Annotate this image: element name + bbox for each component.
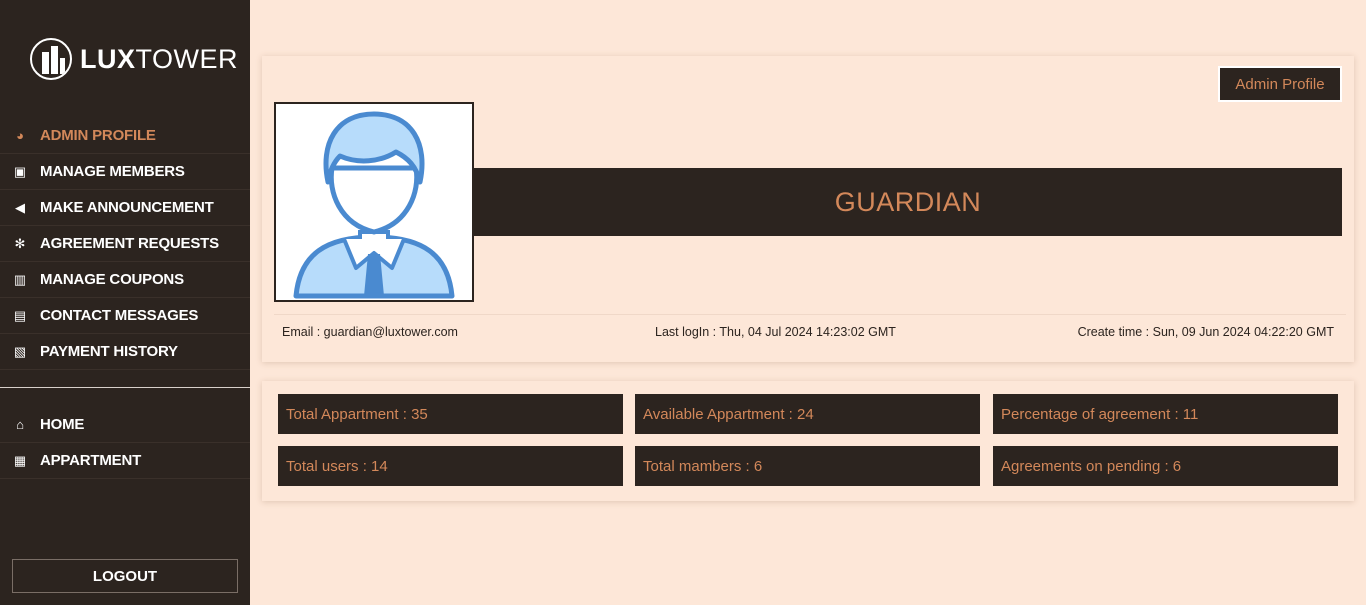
create-time-text: Create time : Sun, 09 Jun 2024 04:22:20 …	[1077, 325, 1334, 339]
email-text: Email : guardian@luxtower.com	[282, 325, 458, 339]
logout-button[interactable]: LOGOUT	[12, 559, 238, 593]
sidebar-nav-top: ◕ ADMIN PROFILE ▣ MANAGE MEMBERS ◀ MAKE …	[0, 118, 250, 370]
sidebar: LUXTOWER ◕ ADMIN PROFILE ▣ MANAGE MEMBER…	[0, 0, 250, 605]
name-banner: GUARDIAN	[474, 168, 1342, 236]
sidebar-item-label: ADMIN PROFILE	[40, 127, 156, 144]
sidebar-item-manage-members[interactable]: ▣ MANAGE MEMBERS	[0, 154, 250, 190]
avatar	[274, 102, 474, 302]
stat-total-members: Total mambers : 6	[635, 446, 980, 486]
last-login-text: Last logIn : Thu, 04 Jul 2024 14:23:02 G…	[655, 325, 896, 339]
info-divider	[274, 314, 1346, 315]
sidebar-item-appartment[interactable]: ▦ APPARTMENT	[0, 443, 250, 479]
stat-total-users: Total users : 14	[278, 446, 623, 486]
stat-total-appartment: Total Appartment : 35	[278, 394, 623, 434]
sidebar-item-label: MANAGE COUPONS	[40, 271, 184, 288]
receipt-icon: ▧	[13, 343, 27, 359]
sidebar-item-manage-coupons[interactable]: ▥ MANAGE COUPONS	[0, 262, 250, 298]
stat-agreements-pending: Agreements on pending : 6	[993, 446, 1338, 486]
sidebar-item-label: HOME	[40, 416, 85, 433]
admin-icon: ◕	[16, 128, 24, 143]
sidebar-item-admin-profile[interactable]: ◕ ADMIN PROFILE	[0, 118, 250, 154]
sidebar-item-label: PAYMENT HISTORY	[40, 343, 178, 360]
sidebar-item-contact-messages[interactable]: ▤ CONTACT MESSAGES	[0, 298, 250, 334]
contact-icon: ▤	[13, 307, 27, 323]
sidebar-item-payment-history[interactable]: ▧ PAYMENT HISTORY	[0, 334, 250, 370]
home-icon: ⌂	[16, 417, 24, 432]
sidebar-item-label: APPARTMENT	[40, 452, 142, 469]
id-card-icon: ▣	[13, 163, 27, 179]
building-logo-icon	[30, 38, 72, 80]
stats-card: Total Appartment : 35 Available Appartme…	[262, 381, 1354, 501]
map-icon: ▦	[13, 452, 27, 468]
stat-available-appartment: Available Appartment : 24	[635, 394, 980, 434]
megaphone-icon: ◀	[15, 199, 25, 215]
sidebar-item-label: MANAGE MEMBERS	[40, 163, 185, 180]
sidebar-item-home[interactable]: ⌂ HOME	[0, 407, 250, 443]
admin-profile-button[interactable]: Admin Profile	[1218, 66, 1342, 102]
profile-card: Admin Profile GUARDIAN Email : guardian@…	[262, 56, 1354, 362]
admin-name: GUARDIAN	[834, 186, 982, 217]
sidebar-divider	[0, 387, 250, 388]
user-avatar-icon	[293, 111, 455, 299]
sidebar-item-agreement-requests[interactable]: ✻ AGREEMENT REQUESTS	[0, 226, 250, 262]
logo-text: LUXTOWER	[80, 43, 238, 74]
sidebar-item-label: CONTACT MESSAGES	[40, 307, 199, 324]
sidebar-nav-bottom: ⌂ HOME ▦ APPARTMENT	[0, 407, 250, 479]
stat-percentage-agreement: Percentage of agreement : 11	[993, 394, 1338, 434]
logo[interactable]: LUXTOWER	[30, 38, 238, 80]
sidebar-item-make-announcement[interactable]: ◀ MAKE ANNOUNCEMENT	[0, 190, 250, 226]
ticket-icon: ▥	[13, 271, 27, 287]
sidebar-item-label: MAKE ANNOUNCEMENT	[40, 199, 214, 216]
sidebar-item-label: AGREEMENT REQUESTS	[40, 235, 219, 252]
asterisk-icon: ✻	[14, 235, 26, 251]
